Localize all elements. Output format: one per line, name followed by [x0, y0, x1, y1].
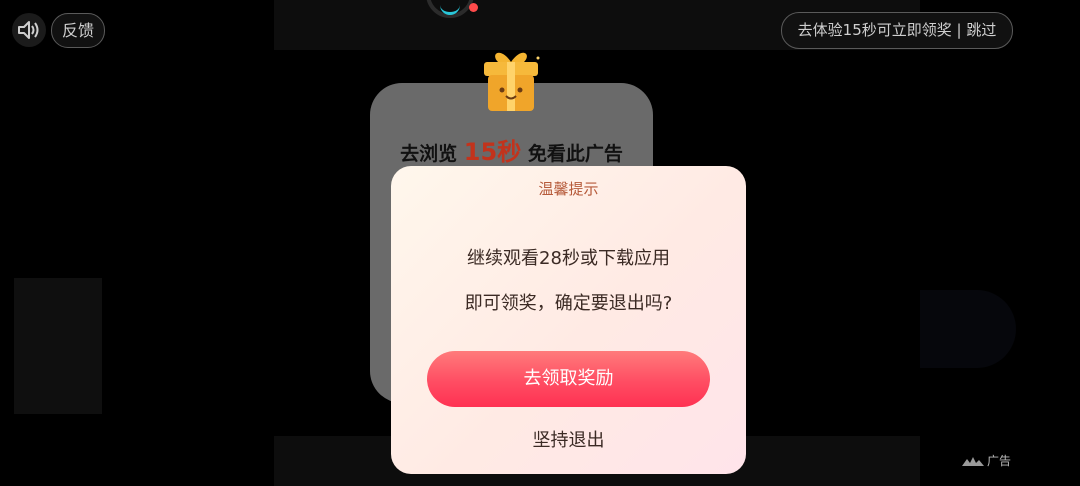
- exit-confirm-dialog: 温馨提示 继续观看28秒或下载应用 即可领奖，确定要退出吗? 去领取奖励 坚持退…: [391, 166, 746, 474]
- ad-label: 广告: [962, 452, 1011, 469]
- background-card-text-before: 去浏览: [400, 143, 458, 165]
- background-card-highlight: 15秒: [463, 138, 522, 166]
- ad-mark-icon: [962, 456, 984, 466]
- background-card-title: 去浏览 15秒 免看此广告: [370, 132, 653, 167]
- feedback-button[interactable]: 反馈: [51, 13, 106, 48]
- dialog-title: 温馨提示: [538, 180, 599, 198]
- skip-button[interactable]: 去体验15秒可立即领奖 | 跳过: [781, 12, 1013, 49]
- dialog-message-line2: 即可领奖，确定要退出吗?: [464, 293, 673, 314]
- loading-dot: [469, 3, 478, 12]
- dialog-message-line1: 继续观看28秒或下载应用: [467, 248, 670, 269]
- background-card-text-after: 免看此广告: [527, 143, 623, 165]
- sound-button[interactable]: [12, 13, 46, 47]
- gift-box-icon: [478, 44, 544, 114]
- ghost-thumbnail: [14, 278, 102, 414]
- claim-reward-button[interactable]: 去领取奖励: [427, 351, 710, 407]
- ad-label-text: 广告: [987, 454, 1012, 468]
- confirm-exit-button[interactable]: 坚持退出: [391, 426, 746, 452]
- speaker-icon: [18, 21, 39, 39]
- ghost-banner: [920, 290, 1016, 368]
